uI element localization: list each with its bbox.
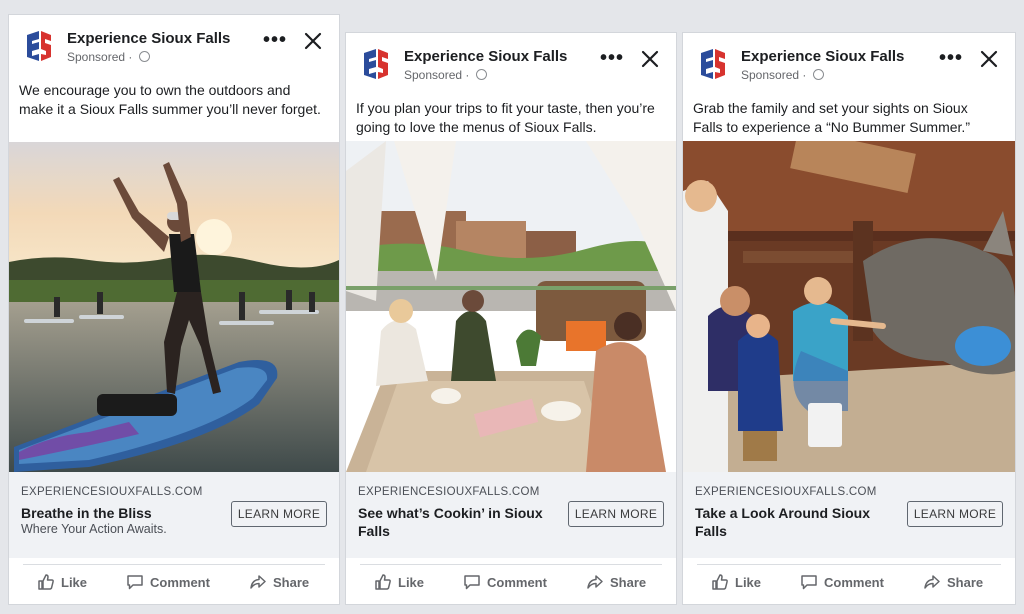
ad-copy: Grab the family and set your sights on S… (693, 100, 970, 135)
close-icon[interactable] (303, 31, 323, 51)
share-button[interactable]: Share (249, 572, 309, 592)
sponsored-text: Sponsored (741, 68, 800, 82)
link-description: Where Your Action Awaits. (21, 522, 167, 536)
link-domain: EXPERIENCESIOUXFALLS.COM (695, 486, 877, 498)
more-dots-icon[interactable]: ••• (263, 30, 287, 50)
sponsored-label: Sponsored · (404, 68, 487, 82)
sponsored-label: Sponsored · (741, 68, 824, 82)
link-domain: EXPERIENCESIOUXFALLS.COM (358, 486, 540, 498)
comment-icon (464, 575, 480, 590)
ad-copy: We encourage you to own the outdoors and… (19, 82, 321, 117)
link-headline: Breathe in the Bliss (21, 505, 152, 521)
share-icon (587, 575, 603, 589)
thumbs-up-icon (38, 574, 54, 590)
link-headline: See what’s Cookin’ in Sioux Falls (358, 505, 543, 539)
comment-label: Comment (824, 574, 884, 590)
more-dots-icon[interactable]: ••• (939, 48, 963, 68)
ad-card-1: Experience Sioux Falls Sponsored · ••• W… (9, 15, 339, 604)
share-icon (924, 575, 940, 589)
ad-image-paddleboard-yoga[interactable] (9, 142, 339, 472)
comment-icon (127, 575, 143, 590)
share-label: Share (947, 574, 984, 590)
like-label: Like (735, 574, 762, 590)
action-bar: Like Comment Share (346, 558, 676, 604)
more-dots-icon[interactable]: ••• (600, 48, 624, 68)
ad-header: Experience Sioux Falls Sponsored · ••• W… (9, 15, 339, 145)
share-button[interactable]: Share (923, 572, 983, 592)
link-headline: Take a Look Around Sioux Falls (695, 505, 871, 539)
share-icon (250, 575, 266, 589)
globe-icon (812, 69, 824, 80)
comment-button[interactable]: Comment (463, 572, 547, 592)
sioux-falls-logo[interactable] (23, 29, 53, 63)
sioux-falls-logo[interactable] (360, 47, 390, 81)
divider (360, 564, 662, 565)
sponsored-text: Sponsored (67, 50, 126, 64)
like-label: Like (398, 574, 425, 590)
page-name[interactable]: Experience Sioux Falls (404, 48, 567, 65)
ad-card-2: Experience Sioux Falls Sponsored · ••• I… (346, 33, 676, 604)
learn-more-button[interactable]: LEARN MORE (568, 501, 664, 527)
ad-copy: If you plan your trips to fit your taste… (356, 100, 655, 135)
globe-icon (475, 69, 487, 80)
comment-button[interactable]: Comment (800, 572, 884, 592)
share-button[interactable]: Share (586, 572, 646, 592)
comment-button[interactable]: Comment (126, 572, 210, 592)
like-button[interactable]: Like (374, 572, 424, 592)
comment-label: Comment (487, 574, 547, 590)
ad-image-patio-dining[interactable] (346, 141, 676, 472)
sioux-falls-logo[interactable] (697, 47, 727, 81)
sponsored-label: Sponsored · (67, 50, 150, 64)
close-icon[interactable] (640, 49, 660, 69)
comment-icon (801, 575, 817, 590)
ad-card-3: Experience Sioux Falls Sponsored · ••• G… (683, 33, 1015, 604)
share-label: Share (610, 574, 647, 590)
close-icon[interactable] (979, 49, 999, 69)
page-name[interactable]: Experience Sioux Falls (67, 30, 230, 47)
like-label: Like (61, 574, 88, 590)
learn-more-button[interactable]: LEARN MORE (907, 501, 1003, 527)
share-label: Share (273, 574, 310, 590)
like-button[interactable]: Like (37, 572, 87, 592)
thumbs-up-icon (712, 574, 728, 590)
divider (23, 564, 325, 565)
page-name[interactable]: Experience Sioux Falls (741, 48, 904, 65)
learn-more-button[interactable]: LEARN MORE (231, 501, 327, 527)
action-bar: Like Comment Share (9, 558, 339, 604)
thumbs-up-icon (375, 574, 391, 590)
ad-link-footer[interactable]: EXPERIENCESIOUXFALLS.COM Breathe in the … (9, 472, 339, 558)
like-button[interactable]: Like (711, 572, 761, 592)
comment-label: Comment (150, 574, 210, 590)
divider (697, 564, 1001, 565)
link-domain: EXPERIENCESIOUXFALLS.COM (21, 486, 203, 498)
globe-icon (138, 51, 150, 62)
action-bar: Like Comment Share (683, 558, 1015, 604)
ad-image-zoo-rhino[interactable] (683, 141, 1015, 472)
ad-link-footer[interactable]: EXPERIENCESIOUXFALLS.COM Take a Look Aro… (683, 472, 1015, 558)
ad-link-footer[interactable]: EXPERIENCESIOUXFALLS.COM See what’s Cook… (346, 472, 676, 558)
sponsored-text: Sponsored (404, 68, 463, 82)
